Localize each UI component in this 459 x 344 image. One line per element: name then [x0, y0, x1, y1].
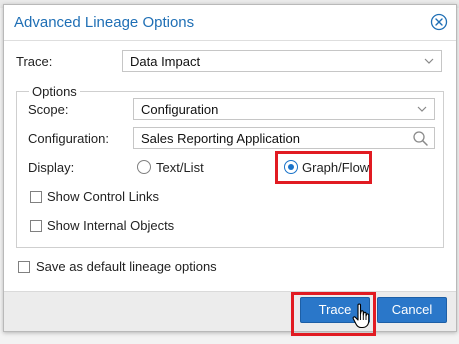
trace-select-value: Data Impact	[130, 54, 201, 69]
display-text-list-label[interactable]: Text/List	[156, 160, 204, 175]
save-default-label[interactable]: Save as default lineage options	[36, 259, 217, 274]
dialog-title-bar: Advanced Lineage Options	[4, 5, 456, 41]
display-label: Display:	[28, 160, 75, 175]
scope-select-value: Configuration	[141, 102, 219, 117]
cancel-button[interactable]: Cancel	[377, 297, 447, 323]
scope-select[interactable]: Configuration	[133, 98, 435, 120]
chevron-down-icon	[424, 58, 434, 64]
hand-cursor-icon	[352, 303, 370, 329]
scope-label: Scope:	[28, 102, 69, 117]
close-icon[interactable]	[430, 13, 448, 31]
save-default-checkbox[interactable]	[18, 261, 30, 273]
trace-select[interactable]: Data Impact	[122, 50, 442, 72]
configuration-field[interactable]: Sales Reporting Application	[133, 127, 435, 149]
configuration-label: Configuration:	[28, 131, 109, 146]
display-graph-flow-radio[interactable]	[284, 160, 298, 174]
trace-label: Trace:	[16, 54, 53, 69]
dialog-title: Advanced Lineage Options	[14, 14, 195, 31]
display-graph-flow-label[interactable]: Graph/Flow	[302, 160, 369, 175]
configuration-field-value: Sales Reporting Application	[141, 131, 300, 146]
show-internal-objects-label[interactable]: Show Internal Objects	[47, 218, 174, 233]
search-icon[interactable]	[412, 130, 429, 147]
show-control-links-checkbox[interactable]	[30, 191, 42, 203]
display-text-list-radio[interactable]	[137, 160, 151, 174]
chevron-down-icon	[417, 106, 427, 112]
options-legend: Options	[32, 84, 77, 99]
show-control-links-label[interactable]: Show Control Links	[47, 189, 159, 204]
show-internal-objects-checkbox[interactable]	[30, 220, 42, 232]
advanced-lineage-options-dialog: Advanced Lineage Options Trace: Data Imp…	[3, 4, 457, 336]
